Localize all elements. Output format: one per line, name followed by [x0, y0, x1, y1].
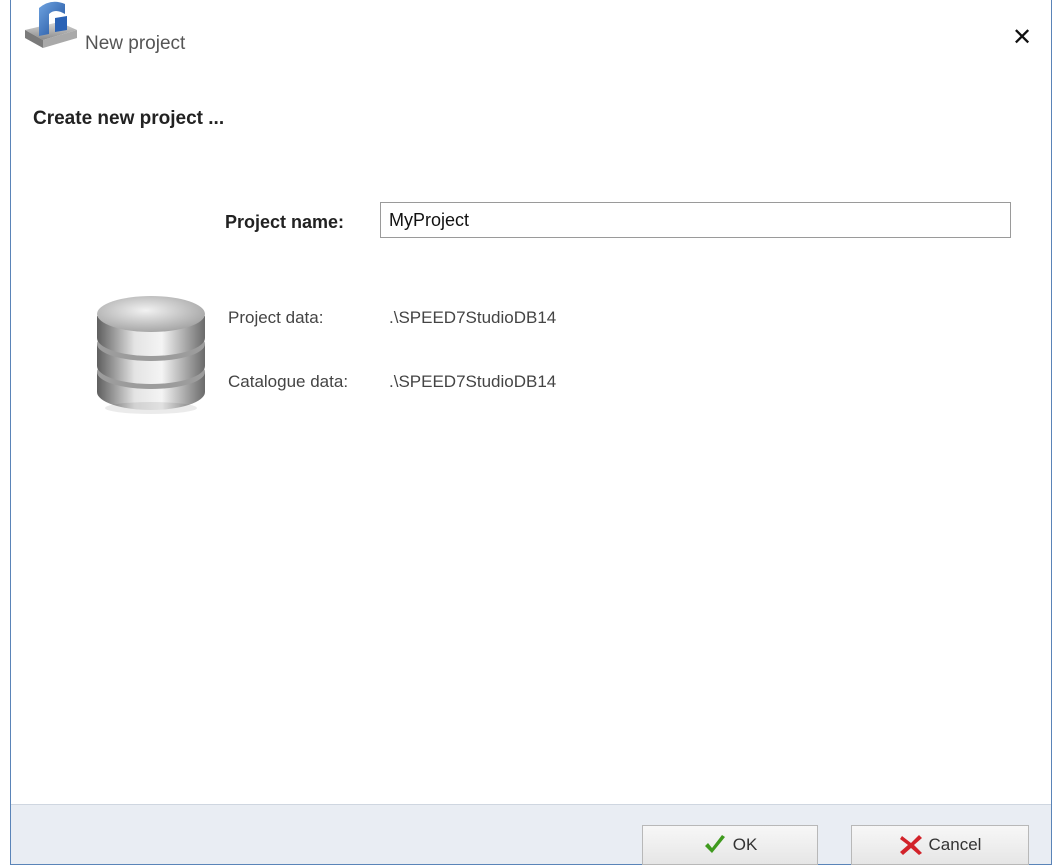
checkmark-icon [704, 835, 725, 853]
title-bar[interactable]: New project ✕ [11, 0, 1051, 92]
project-name-label: Project name: [225, 212, 345, 232]
catalogue-data-value: .\SPEED7StudioDB14 [389, 372, 557, 391]
project-data-label: Project data: [228, 308, 324, 327]
window-title: New project [85, 33, 186, 54]
app-logo-icon [25, 1, 77, 48]
catalogue-data-label: Catalogue data: [228, 372, 349, 391]
project-name-input[interactable] [380, 202, 1011, 238]
ok-button-label: OK [732, 835, 758, 854]
cancel-button[interactable]: Cancel [851, 825, 1029, 865]
cancel-button-label: Cancel [928, 835, 982, 854]
close-button[interactable]: ✕ [1007, 24, 1037, 52]
ok-button[interactable]: OK [642, 825, 818, 865]
project-data-value: .\SPEED7StudioDB14 [389, 308, 557, 327]
close-icon: ✕ [1011, 24, 1033, 51]
new-project-dialog: New project ✕ Create new project ... Pro… [10, 0, 1052, 865]
dialog-heading: Create new project ... [33, 108, 225, 129]
dialog-footer: OK Cancel [11, 804, 1051, 865]
cancel-x-icon [899, 835, 922, 855]
database-icon [97, 296, 205, 414]
